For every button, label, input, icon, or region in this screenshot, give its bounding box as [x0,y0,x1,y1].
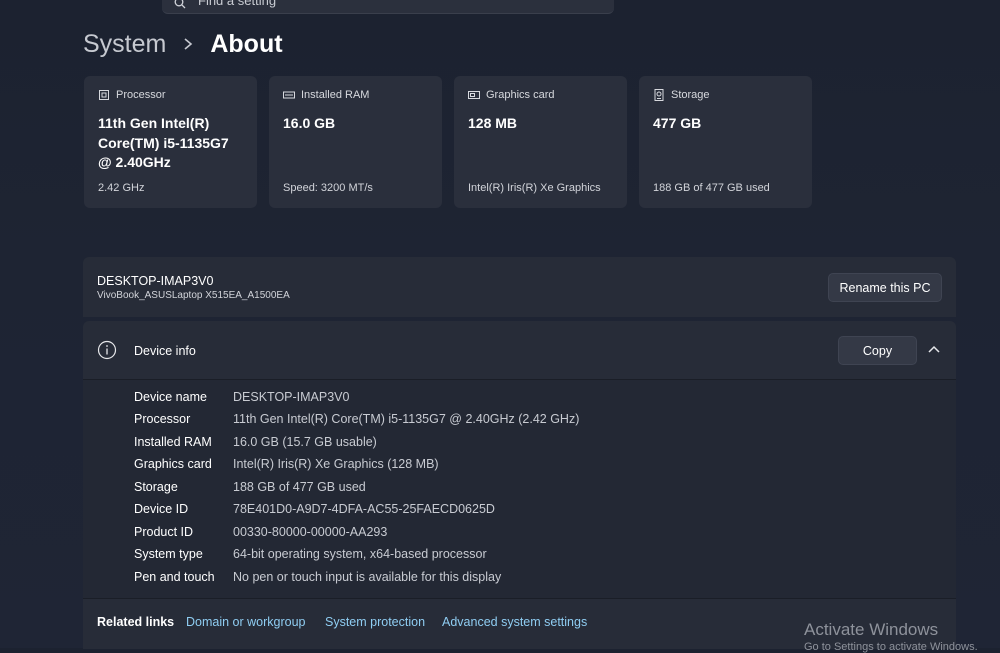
spec-label: System type [134,547,203,561]
spec-value: 11th Gen Intel(R) Core(TM) i5-1135G7 @ 2… [233,412,580,426]
advanced-system-settings-link[interactable]: Advanced system settings [442,615,587,629]
related-links-label: Related links [97,615,175,629]
card-value: 16.0 GB [283,115,336,131]
card-subtitle: Intel(R) Iris(R) Xe Graphics [468,182,601,194]
card-subtitle: 188 GB of 477 GB used [653,182,770,194]
system-protection-link[interactable]: System protection [325,615,425,629]
device-info-details: Device name DESKTOP-IMAP3V0 Processor 11… [83,379,956,598]
spec-value: 00330-80000-00000-AA293 [233,525,388,539]
copy-button[interactable]: Copy [838,336,917,365]
card-title: Processor [116,89,166,101]
info-icon [97,340,117,360]
pc-model: VivoBook_ASUSLaptop X515EA_A1500EA [97,290,290,301]
domain-or-workgroup-link[interactable]: Domain or workgroup [186,615,306,629]
spec-value: 78E401D0-A9D7-4DFA-AC55-25FAECD0625D [233,502,495,516]
spec-label: Pen and touch [134,570,215,584]
device-info-title: Device info [134,344,196,358]
pc-name-section: DESKTOP-IMAP3V0 VivoBook_ASUSLaptop X515… [83,257,956,317]
rename-pc-button[interactable]: Rename this PC [828,273,942,302]
card-title: Storage [671,89,710,101]
card-title: Graphics card [486,89,555,101]
spec-label: Storage [134,480,178,494]
activate-windows-watermark: Activate Windows [804,620,939,639]
processor-card: Processor 11th Gen Intel(R) Core(TM) i5-… [84,76,257,208]
spec-label: Product ID [134,525,194,539]
page-title: About [210,29,283,58]
search-input[interactable] [198,0,578,8]
spec-value: Intel(R) Iris(R) Xe Graphics (128 MB) [233,457,439,471]
graphics-card-icon [468,89,480,101]
processor-row: Processor 11th Gen Intel(R) Core(TM) i5-… [134,412,579,432]
spec-value: DESKTOP-IMAP3V0 [233,390,350,404]
graphics-card: Graphics card 128 MB Intel(R) Iris(R) Xe… [454,76,627,208]
spec-value: 16.0 GB (15.7 GB usable) [233,435,377,449]
storage-card: Storage 477 GB 188 GB of 477 GB used [639,76,812,208]
installed-ram-row: Installed RAM 16.0 GB (15.7 GB usable) [134,435,377,455]
spec-value: 188 GB of 477 GB used [233,480,366,494]
chevron-right-icon [180,36,196,52]
spec-label: Device ID [134,502,189,516]
ram-icon [283,89,295,101]
spec-value: No pen or touch input is available for t… [233,570,502,584]
device-id-row: Device ID 78E401D0-A9D7-4DFA-AC55-25FAEC… [134,502,495,522]
system-type-row: System type 64-bit operating system, x64… [134,547,487,567]
card-value: 477 GB [653,115,702,131]
breadcrumb: System About [83,27,283,61]
chevron-up-icon[interactable] [927,343,941,357]
device-name-row: Device name DESKTOP-IMAP3V0 [134,390,349,410]
device-info-header[interactable]: Device info Copy [83,321,956,379]
card-title: Installed RAM [301,89,370,101]
spec-label: Device name [134,390,207,404]
spec-label: Installed RAM [134,435,212,449]
breadcrumb-system-link[interactable]: System [83,30,166,59]
graphics-card-row: Graphics card Intel(R) Iris(R) Xe Graphi… [134,457,439,477]
card-subtitle: 2.42 GHz [98,182,145,194]
processor-icon [98,89,110,101]
spec-value: 64-bit operating system, x64-based proce… [233,547,487,561]
pen-and-touch-row: Pen and touch No pen or touch input is a… [134,570,501,590]
pc-name: DESKTOP-IMAP3V0 [97,274,214,288]
activate-windows-hint: Go to Settings to activate Windows. [804,641,978,653]
storage-icon [653,89,665,101]
card-subtitle: Speed: 3200 MT/s [283,182,373,194]
search-icon [174,0,186,8]
spec-label: Processor [134,412,191,426]
card-value: 11th Gen Intel(R) Core(TM) i5-1135G7 @ 2… [98,115,229,170]
search-box[interactable] [162,0,614,14]
spec-label: Graphics card [134,457,212,471]
card-value: 128 MB [468,115,518,131]
storage-row: Storage 188 GB of 477 GB used [134,480,366,500]
ram-card: Installed RAM 16.0 GB Speed: 3200 MT/s [269,76,442,208]
product-id-row: Product ID 00330-80000-00000-AA293 [134,525,387,545]
